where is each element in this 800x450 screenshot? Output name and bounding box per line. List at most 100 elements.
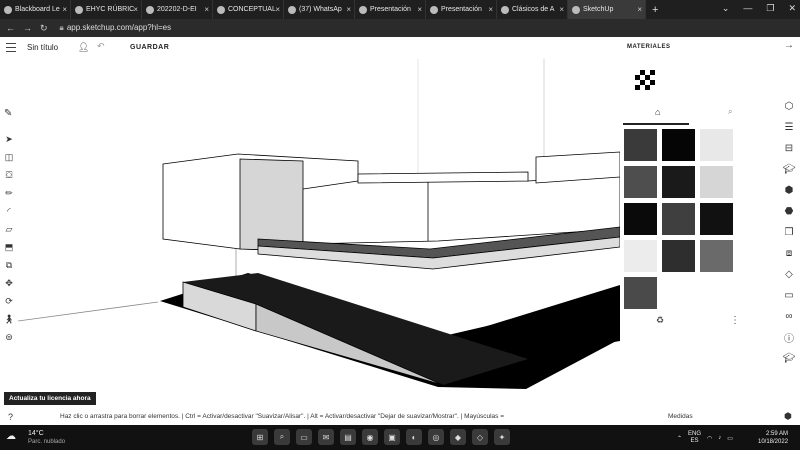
material-swatch[interactable] bbox=[662, 166, 695, 198]
maximize-icon[interactable]: ❐ bbox=[766, 3, 774, 14]
browser-tab[interactable]: Clásicos de A × bbox=[497, 0, 568, 19]
materials-icon[interactable]: ⬣ bbox=[778, 201, 800, 222]
home-icon[interactable]: ⌂ bbox=[655, 107, 660, 117]
instructor-icon[interactable]: 🎓︎ bbox=[778, 348, 800, 369]
weather-widget[interactable]: 14°C Parc. nublado bbox=[28, 430, 65, 446]
undo-icon[interactable]: ↶ bbox=[97, 41, 105, 52]
browser-tab[interactable]: Blackboard Le × bbox=[0, 0, 71, 19]
paint-bucket-icon[interactable]: ⛋ bbox=[0, 166, 18, 184]
browser-tab[interactable]: EHYC RÚBRIC × bbox=[71, 0, 142, 19]
model-canvas[interactable] bbox=[18, 59, 620, 409]
browser-tab[interactable]: (37) WhatsAp × bbox=[284, 0, 355, 19]
outliner-icon[interactable]: ⊟ bbox=[778, 138, 800, 159]
close-tab-icon[interactable]: × bbox=[133, 5, 138, 14]
chevron-down-icon[interactable]: ⌄ bbox=[722, 3, 730, 14]
walk-icon[interactable]: 🚶︎ bbox=[0, 310, 18, 328]
wifi-icon[interactable]: ◠ bbox=[707, 435, 712, 442]
clock[interactable]: 2:59 AM 10/18/2022 bbox=[758, 430, 788, 446]
more-options-icon[interactable]: ⋮ bbox=[730, 315, 740, 326]
close-tab-icon[interactable]: × bbox=[637, 5, 642, 14]
back-icon[interactable]: ← bbox=[6, 23, 15, 33]
material-swatch[interactable] bbox=[624, 240, 657, 272]
document-title[interactable]: Sin título bbox=[27, 43, 58, 52]
close-tab-icon[interactable]: × bbox=[204, 5, 209, 14]
section-icon[interactable]: ⊜ bbox=[0, 328, 18, 346]
rectangle-icon[interactable]: ▱ bbox=[0, 220, 18, 238]
eraser-icon[interactable]: ◫ bbox=[0, 148, 18, 166]
reload-icon[interactable]: ↻ bbox=[40, 23, 48, 34]
material-swatch[interactable] bbox=[662, 129, 695, 161]
close-tab-icon[interactable]: × bbox=[346, 5, 351, 14]
volume-icon[interactable]: ♪ bbox=[718, 435, 721, 441]
layers-icon[interactable]: ☰ bbox=[778, 117, 800, 138]
chrome-icon[interactable]: ◎ bbox=[428, 429, 444, 445]
task-view-icon[interactable]: ▭ bbox=[296, 429, 312, 445]
material-swatch[interactable] bbox=[624, 277, 657, 309]
move-icon[interactable]: ✥ bbox=[0, 274, 18, 292]
material-swatch[interactable] bbox=[624, 166, 657, 198]
material-swatch[interactable] bbox=[662, 240, 695, 272]
material-swatch[interactable] bbox=[700, 166, 733, 198]
browser-tab[interactable]: Presentación × bbox=[426, 0, 497, 19]
tape-icon[interactable]: ◇ bbox=[778, 264, 800, 285]
file-explorer-icon[interactable]: ▤ bbox=[340, 429, 356, 445]
model-viewport[interactable] bbox=[18, 59, 620, 409]
pin-icon[interactable]: ✎ bbox=[4, 108, 12, 119]
browser-tab[interactable]: Presentación × bbox=[355, 0, 426, 19]
measures-field[interactable]: Medidas bbox=[668, 413, 693, 420]
browser-tab[interactable]: 202202-D-EI × bbox=[142, 0, 213, 19]
app-icon[interactable]: ◆ bbox=[450, 429, 466, 445]
display-icon[interactable]: ▭ bbox=[778, 285, 800, 306]
material-preview[interactable] bbox=[635, 70, 655, 90]
material-swatch[interactable] bbox=[700, 129, 733, 161]
user-icon[interactable]: 👤︎ bbox=[78, 42, 89, 53]
url-field[interactable]: 🔒︎ app.sketchup.com/app?hl=es bbox=[60, 23, 172, 33]
select-icon[interactable]: ➤ bbox=[0, 130, 18, 148]
pencil-icon[interactable]: ✏ bbox=[0, 184, 18, 202]
close-tab-icon[interactable]: × bbox=[488, 5, 493, 14]
minimize-icon[interactable]: — bbox=[743, 3, 752, 14]
browser-tab[interactable]: CONCEPTUAL × bbox=[213, 0, 284, 19]
glasses-icon[interactable]: ∞ bbox=[778, 306, 800, 327]
edge-icon[interactable]: ◐ bbox=[406, 429, 422, 445]
close-tab-icon[interactable]: × bbox=[275, 5, 280, 14]
material-swatch[interactable] bbox=[624, 129, 657, 161]
menu-icon[interactable] bbox=[6, 43, 16, 55]
info-icon[interactable]: ⓘ bbox=[778, 327, 800, 348]
arc-icon[interactable]: ◜ bbox=[0, 202, 18, 220]
rotate-icon[interactable]: ⟳ bbox=[0, 292, 18, 310]
help-icon[interactable]: ? bbox=[8, 412, 13, 422]
recycle-icon[interactable]: ♻ bbox=[656, 315, 664, 326]
extension-icon[interactable]: ⬢ bbox=[784, 411, 792, 422]
material-swatch[interactable] bbox=[624, 203, 657, 235]
photos-icon[interactable]: ▣ bbox=[384, 429, 400, 445]
collapse-panel-icon[interactable]: → bbox=[784, 40, 794, 51]
material-swatch[interactable] bbox=[662, 203, 695, 235]
close-tab-icon[interactable]: × bbox=[62, 5, 67, 14]
entity-info-icon[interactable]: ⬢ bbox=[778, 180, 800, 201]
close-tab-icon[interactable]: × bbox=[417, 5, 422, 14]
styles-icon[interactable]: 🎓︎ bbox=[778, 159, 800, 180]
material-swatch[interactable] bbox=[700, 203, 733, 235]
search-icon[interactable]: ⌕ bbox=[274, 429, 290, 445]
chevron-up-icon[interactable]: ⌃ bbox=[677, 435, 682, 442]
battery-icon[interactable]: ▭ bbox=[727, 435, 733, 442]
browser-tab-active[interactable]: SketchUp × bbox=[568, 0, 646, 19]
forward-icon[interactable]: → bbox=[23, 23, 32, 33]
scenes-icon[interactable]: ⧈ bbox=[778, 243, 800, 264]
app-icon[interactable]: ✦ bbox=[494, 429, 510, 445]
components-icon[interactable]: ⬡ bbox=[778, 96, 800, 117]
chat-icon[interactable]: ✉ bbox=[318, 429, 334, 445]
start-icon[interactable]: ⊞ bbox=[252, 429, 268, 445]
dell-icon[interactable]: ◉ bbox=[362, 429, 378, 445]
search-icon[interactable]: ⌕ bbox=[728, 107, 732, 117]
offset-icon[interactable]: ⧉ bbox=[0, 256, 18, 274]
close-tab-icon[interactable]: × bbox=[559, 5, 564, 14]
app-icon[interactable]: ◇ bbox=[472, 429, 488, 445]
language-indicator[interactable]: ENG ES bbox=[688, 431, 701, 445]
solid-tools-icon[interactable]: ❒ bbox=[778, 222, 800, 243]
save-button[interactable]: GUARDAR bbox=[130, 44, 169, 51]
close-window-icon[interactable]: ✕ bbox=[788, 3, 796, 14]
upgrade-license-button[interactable]: Actualiza tu licencia ahora bbox=[4, 392, 96, 405]
new-tab-button[interactable]: + bbox=[652, 4, 658, 16]
